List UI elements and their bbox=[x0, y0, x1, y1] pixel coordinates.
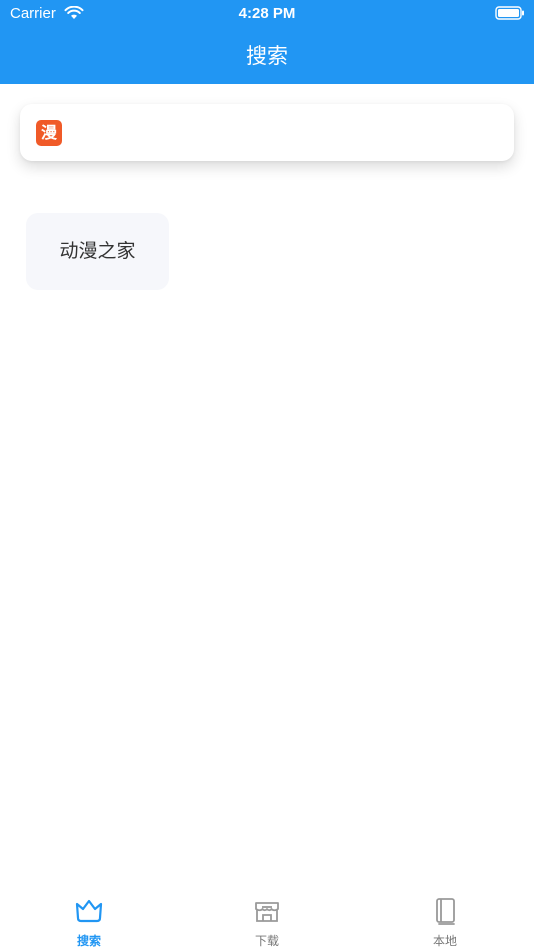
tab-bar: 搜索 下载 本地 bbox=[0, 884, 534, 950]
clock: 4:28 PM bbox=[238, 5, 296, 22]
crown-icon bbox=[75, 899, 103, 923]
tab-label-download: 下载 bbox=[254, 934, 279, 948]
tab-download[interactable]: 下载 bbox=[178, 884, 356, 950]
book-icon bbox=[436, 898, 455, 925]
page-title: 搜索 bbox=[246, 44, 288, 68]
header: Carrier 4:28 PM 搜索 bbox=[0, 0, 534, 84]
tab-search[interactable]: 搜索 bbox=[0, 884, 178, 950]
source-selector[interactable]: 漫 bbox=[20, 104, 514, 161]
battery-icon bbox=[495, 6, 524, 20]
store-icon bbox=[255, 902, 279, 922]
tab-local[interactable]: 本地 bbox=[356, 884, 534, 950]
tab-label-search: 搜索 bbox=[76, 934, 101, 948]
status-bar: Carrier 4:28 PM bbox=[0, 0, 534, 28]
manga-source-logo-icon: 漫 bbox=[36, 120, 62, 146]
tab-label-local: 本地 bbox=[432, 934, 457, 948]
history-chip[interactable]: 动漫之家 bbox=[26, 213, 169, 290]
